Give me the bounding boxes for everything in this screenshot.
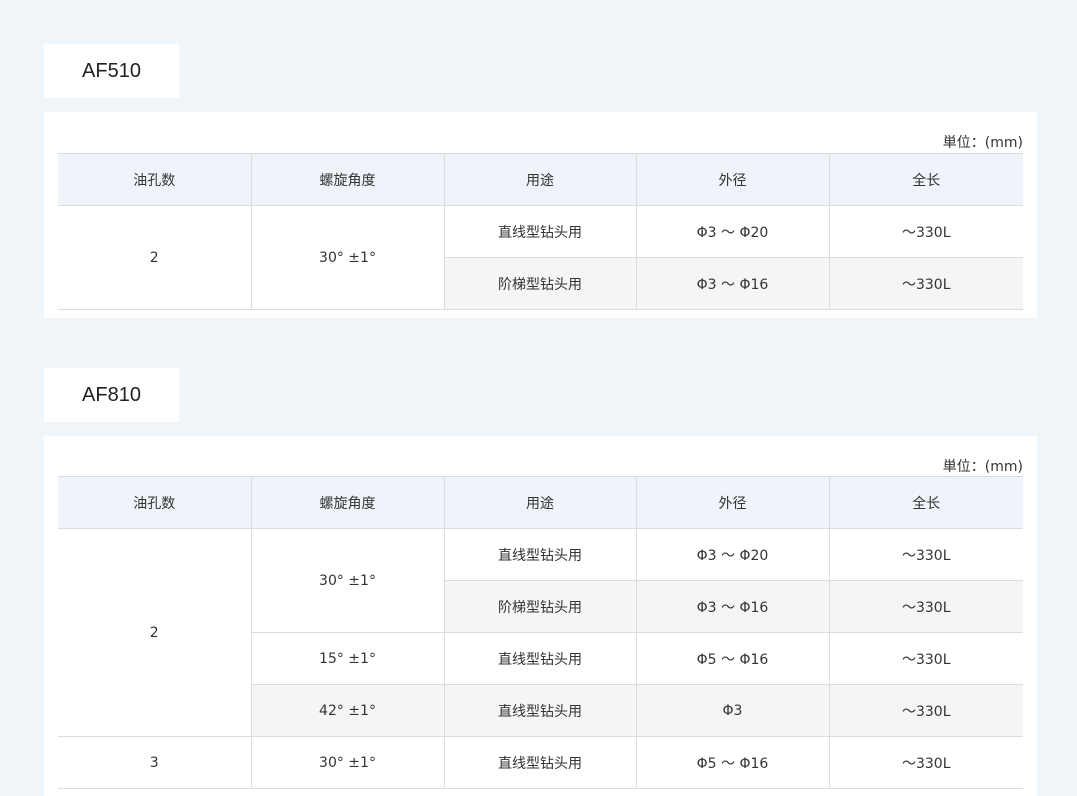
cell-use: 直线型钻头用	[443, 205, 636, 258]
cell-length: ～330L	[828, 257, 1023, 310]
table-row: 3 30° ±1° 直线型钻头用 Φ5 ～ Φ16 ～330L	[58, 736, 1023, 789]
cell-length: ～330L	[828, 684, 1023, 737]
cell-use: 直线型钻头用	[443, 528, 636, 581]
header-diameter: 外径	[635, 153, 829, 206]
model-title-af510: AF510	[44, 44, 179, 98]
header-diameter: 外径	[635, 476, 829, 529]
cell-diameter: Φ3 ～ Φ16	[635, 257, 829, 310]
table-row: 2 30° ±1° 直线型钻头用 Φ3 ～ Φ20 ～330L	[58, 205, 1023, 310]
cell-diameter: Φ3 ～ Φ16	[635, 580, 829, 633]
header-length: 全长	[828, 476, 1023, 529]
cell-angle: 30° ±1°	[250, 528, 444, 633]
model-title-af810: AF810	[44, 368, 179, 422]
cell-angle: 15° ±1°	[250, 632, 444, 685]
cell-use: 直线型钻头用	[443, 684, 636, 737]
cell-length: ～330L	[828, 205, 1023, 258]
unit-label: 単位：(mm)	[942, 459, 1023, 475]
cell-length: ～330L	[828, 528, 1023, 581]
table-header-row: 油孔数 螺旋角度 用途 外径 全长	[58, 153, 1023, 206]
header-use: 用途	[443, 476, 636, 529]
cell-angle: 42° ±1°	[250, 684, 444, 737]
cell-length: ～330L	[828, 632, 1023, 685]
cell-diameter: Φ3 ～ Φ20	[635, 205, 829, 258]
cell-diameter: Φ5 ～ Φ16	[635, 736, 829, 789]
spec-table-af810: 油孔数 螺旋角度 用途 外径 全长 2 30° ±1° 直线型钻头用 Φ3 ～ …	[58, 476, 1023, 789]
cell-use: 阶梯型钻头用	[443, 580, 636, 633]
header-angle: 螺旋角度	[250, 476, 444, 529]
cell-diameter: Φ5 ～ Φ16	[635, 632, 829, 685]
spec-table-af510: 油孔数 螺旋角度 用途 外径 全长 2 30° ±1° 直线型钻头用 Φ3 ～ …	[58, 153, 1023, 310]
cell-length: ～330L	[828, 580, 1023, 633]
unit-label: 単位：(mm)	[942, 135, 1023, 151]
cell-diameter: Φ3	[635, 684, 829, 737]
cell-use: 阶梯型钻头用	[443, 257, 636, 310]
header-holes: 油孔数	[58, 153, 251, 206]
spec-panel-af810: 単位：(mm) 油孔数 螺旋角度 用途 外径 全长 2 30° ±1° 直线型钻…	[44, 436, 1037, 796]
cell-length: ～330L	[828, 736, 1023, 789]
cell-use: 直线型钻头用	[443, 632, 636, 685]
table-header-row: 油孔数 螺旋角度 用途 外径 全长	[58, 476, 1023, 529]
cell-holes: 2	[58, 528, 251, 737]
cell-angle: 30° ±1°	[250, 205, 444, 310]
cell-holes: 2	[58, 205, 251, 310]
header-holes: 油孔数	[58, 476, 251, 529]
header-length: 全长	[828, 153, 1023, 206]
cell-holes: 3	[58, 736, 251, 789]
cell-diameter: Φ3 ～ Φ20	[635, 528, 829, 581]
spec-panel-af510: 単位：(mm) 油孔数 螺旋角度 用途 外径 全长 2 30° ±1° 直线型钻…	[44, 112, 1037, 318]
cell-angle: 30° ±1°	[250, 736, 444, 789]
table-row: 2 30° ±1° 直线型钻头用 Φ3 ～ Φ20 ～330L	[58, 528, 1023, 737]
header-use: 用途	[443, 153, 636, 206]
cell-use: 直线型钻头用	[443, 736, 636, 789]
header-angle: 螺旋角度	[250, 153, 444, 206]
